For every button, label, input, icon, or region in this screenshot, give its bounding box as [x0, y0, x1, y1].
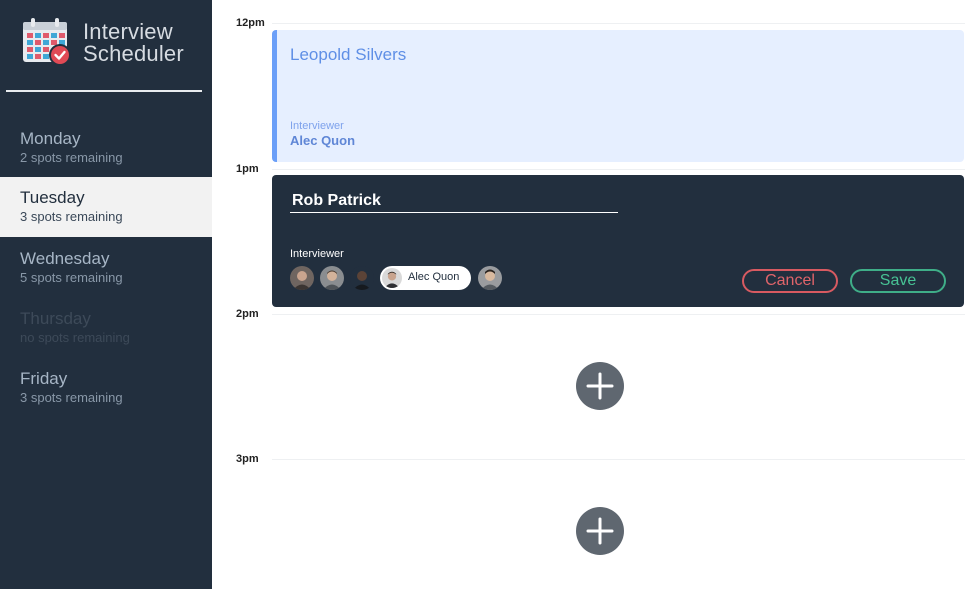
- hour-divider: [272, 459, 965, 460]
- day-spots: 2 spots remaining: [20, 150, 123, 165]
- day-spots: 3 spots remaining: [20, 390, 123, 405]
- interviewer-avatar[interactable]: [478, 266, 502, 290]
- plus-icon: [586, 372, 614, 400]
- day-spots: 5 spots remaining: [20, 270, 123, 285]
- time-label-12pm: 12pm: [236, 17, 265, 29]
- interviewer-avatar[interactable]: [350, 266, 374, 290]
- day-name: Tuesday: [20, 188, 85, 207]
- hour-divider: [272, 23, 965, 24]
- hour-divider: [272, 169, 965, 170]
- appointment-card[interactable]: Leopold Silvers Interviewer Alec Quon: [272, 30, 964, 162]
- save-button[interactable]: Save: [850, 269, 946, 293]
- selected-interviewer-name: Alec Quon: [408, 271, 460, 283]
- interviewer-label: Interviewer: [290, 120, 344, 132]
- day-item-wednesday[interactable]: Wednesday 5 spots remaining: [0, 238, 212, 298]
- day-item-monday[interactable]: Monday 2 spots remaining: [0, 118, 212, 178]
- cancel-button[interactable]: Cancel: [742, 269, 838, 293]
- time-label-3pm: 3pm: [236, 453, 259, 465]
- interviewer-avatar: [382, 268, 402, 288]
- student-name: Leopold Silvers: [290, 45, 407, 64]
- app-title-line2: Scheduler: [83, 41, 184, 66]
- interviewer-avatar[interactable]: [290, 266, 314, 290]
- day-item-friday[interactable]: Friday 3 spots remaining: [0, 358, 212, 418]
- hour-divider: [272, 314, 965, 315]
- add-appointment-button[interactable]: [576, 362, 624, 410]
- calendar-check-icon: [23, 18, 71, 66]
- sidebar-divider: [6, 90, 202, 92]
- day-spots: no spots remaining: [20, 330, 130, 345]
- day-name: Thursday: [20, 309, 91, 328]
- student-name-input[interactable]: [290, 189, 618, 213]
- interviewer-avatar[interactable]: [320, 266, 344, 290]
- plus-icon: [586, 517, 614, 545]
- time-label-1pm: 1pm: [236, 163, 259, 175]
- day-name: Friday: [20, 369, 68, 388]
- interviewer-label: Interviewer: [290, 248, 344, 260]
- day-item-tuesday[interactable]: Tuesday 3 spots remaining: [0, 177, 212, 237]
- time-label-2pm: 2pm: [236, 308, 259, 320]
- add-appointment-button[interactable]: [576, 507, 624, 555]
- day-item-thursday[interactable]: Thursday no spots remaining: [0, 298, 212, 358]
- sidebar: Interview Scheduler Monday 2 spots remai…: [0, 0, 212, 589]
- day-name: Wednesday: [20, 249, 110, 268]
- day-spots: 3 spots remaining: [20, 209, 123, 224]
- appointment-form: Interviewer Alec Quon Cancel Save: [272, 175, 964, 307]
- selected-interviewer-chip[interactable]: Alec Quon: [380, 266, 471, 290]
- day-name: Monday: [20, 129, 81, 148]
- interviewer-name: Alec Quon: [290, 133, 356, 148]
- app-title: Interview Scheduler: [83, 21, 184, 65]
- app-title-line1: Interview: [83, 19, 173, 44]
